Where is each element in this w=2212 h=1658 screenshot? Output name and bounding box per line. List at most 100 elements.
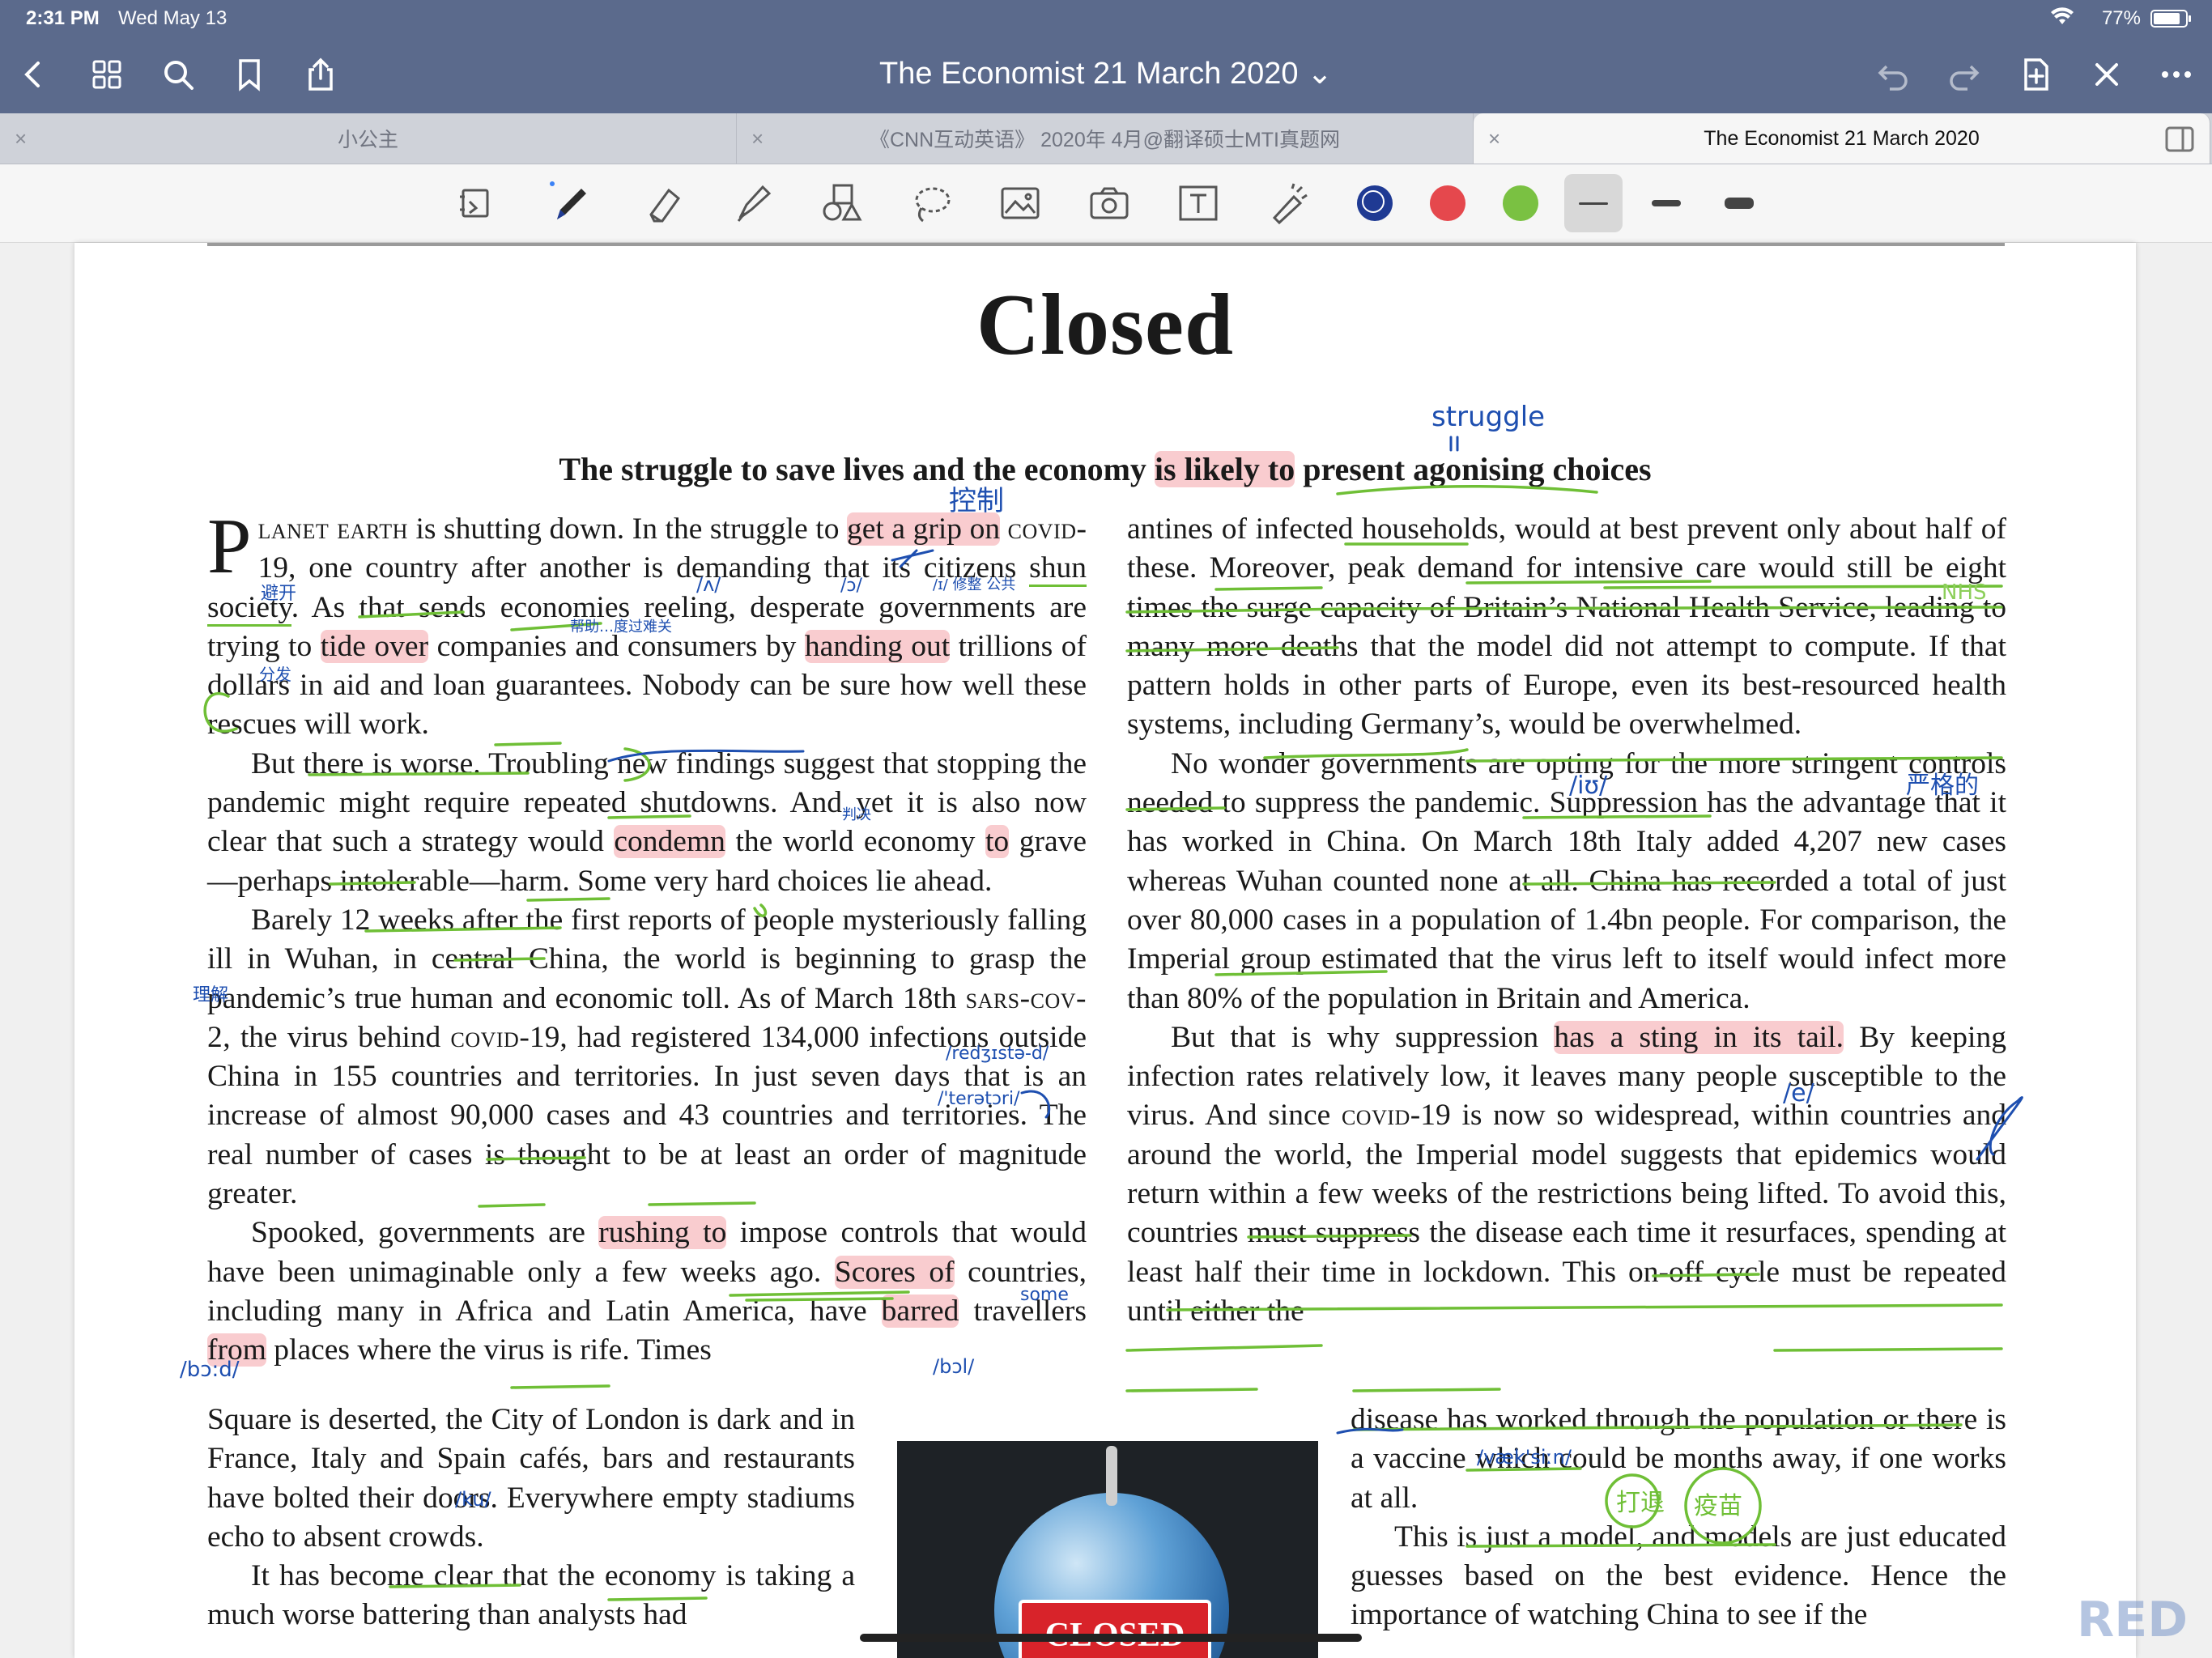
chevron-down-icon: ⌄ (1307, 57, 1333, 91)
tab-close-icon[interactable]: × (1488, 126, 1500, 151)
article-headline: Closed (976, 277, 1235, 373)
back-icon[interactable] (11, 52, 57, 97)
tab-close-icon[interactable]: × (751, 126, 764, 151)
annotation-struggle: struggle (1431, 401, 1545, 433)
close-icon[interactable] (2084, 52, 2129, 97)
right-column-continued: disease has worked through the populatio… (1351, 1401, 2006, 1635)
redo-icon[interactable] (1942, 52, 1987, 97)
paragraph: No wonder governments are opting for the… (1127, 746, 2006, 1015)
top-rule (207, 243, 2005, 246)
highlighter-icon[interactable] (727, 177, 779, 229)
highlight: get a grip on (847, 512, 1001, 546)
stroke-thin-button[interactable] (1564, 174, 1623, 232)
document-title-button[interactable]: The Economist 21 March 2020 ⌄ (879, 57, 1333, 91)
grid-icon[interactable] (84, 52, 130, 97)
highlight: to (985, 825, 1010, 859)
text: lanet earth (257, 512, 408, 546)
tab-label: 《CNN互动英语》 2020年 4月@翻译硕士MTI真题网 (870, 129, 1340, 151)
highlight: barred (881, 1294, 959, 1328)
paragraph: Square is deserted, the City of London i… (207, 1403, 855, 1554)
eraser-icon[interactable] (636, 177, 688, 229)
color-green-swatch[interactable] (1503, 185, 1538, 221)
left-column-continued: Square is deserted, the City of London i… (207, 1401, 855, 1635)
search-icon[interactable] (155, 52, 201, 97)
text: is shutting down. In the struggle to (407, 512, 848, 546)
left-column: Planet earth is shutting down. In the st… (207, 503, 1087, 1371)
top-bar: 2:31 PM Wed May 13 77% The Economist 21 … (0, 0, 2212, 113)
text: covid (1341, 1099, 1410, 1133)
status-bar: 2:31 PM Wed May 13 77% (0, 0, 2212, 37)
text: Barely 12 weeks after the first reports … (207, 903, 1087, 1015)
split-view-icon[interactable] (2162, 121, 2197, 157)
highlight: handing out (804, 629, 951, 663)
paragraph: But there is worse. Troubling new findin… (207, 745, 1087, 901)
highlight: is likely to (1154, 451, 1295, 487)
right-column: antines of infected households, would at… (1127, 510, 2006, 1331)
document-canvas[interactable]: Closed The struggle to save lives and th… (0, 243, 2212, 1658)
tab-cnn[interactable]: × 《CNN互动英语》 2020年 4月@翻译硕士MTI真题网 (737, 113, 1474, 164)
text: Spooked, governments are (251, 1216, 599, 1250)
text: But that is why suppression (1171, 1020, 1555, 1054)
pen-icon[interactable] (546, 177, 598, 229)
stroke-thick-button[interactable] (1710, 174, 1768, 232)
article-subhead: The struggle to save lives and the econo… (74, 450, 2136, 488)
color-blue-swatch[interactable] (1357, 185, 1393, 221)
highlight: has a sting in its tail. (1554, 1020, 1844, 1054)
status-time: 2:31 PM (26, 7, 100, 29)
text: companies and consumers by (428, 629, 805, 663)
text: travellers (959, 1294, 1087, 1328)
shapes-icon[interactable] (816, 177, 868, 229)
article-photo: CLOSED (897, 1441, 1318, 1658)
lasso-icon[interactable] (905, 177, 957, 229)
sign-hook (1106, 1446, 1117, 1506)
text: , the virus behind (223, 1020, 451, 1054)
tab-economist[interactable]: × The Economist 21 March 2020 (1474, 113, 2210, 164)
tab-label: 小公主 (337, 129, 398, 151)
stroke-medium-button[interactable] (1637, 174, 1695, 232)
text (1000, 512, 1008, 546)
page-scroll-indicator[interactable] (860, 1634, 1362, 1642)
text: places where the virus is rife. Times (266, 1333, 712, 1367)
drop-cap: P (207, 503, 252, 590)
paragraph: But that is why suppression has a sting … (1127, 1018, 2006, 1331)
text: the world economy (725, 825, 985, 859)
more-icon[interactable] (2154, 52, 2199, 97)
wifi-icon (2050, 7, 2074, 32)
subhead-part: present agonising choices (1295, 451, 1652, 487)
paragraph: disease has worked through the populatio… (1351, 1403, 2006, 1515)
subhead-part: The struggle to save lives and the econo… (559, 451, 1155, 487)
laser-pointer-icon[interactable] (1261, 177, 1313, 229)
text: covid (1007, 512, 1077, 546)
closed-sign: CLOSED (1019, 1600, 1211, 1658)
highlight: condemn (614, 825, 725, 859)
paragraph: It has become clear that the economy is … (207, 1559, 855, 1632)
image-icon[interactable] (994, 177, 1046, 229)
highlight: Scores of (834, 1255, 955, 1289)
color-red-swatch[interactable] (1430, 185, 1465, 221)
paragraph: Spooked, governments are rushing to impo… (207, 1214, 1087, 1370)
camera-icon[interactable] (1083, 177, 1135, 229)
tab-label: The Economist 21 March 2020 (1704, 126, 1980, 150)
highlight: from (207, 1333, 266, 1367)
paragraph: Planet earth is shutting down. In the st… (207, 503, 1087, 745)
navigation-bar: The Economist 21 March 2020 ⌄ (0, 37, 2212, 113)
status-date: Wed May 13 (118, 7, 228, 29)
highlight: rushing to (598, 1216, 727, 1250)
highlight: tide over (320, 629, 429, 663)
read-mode-icon[interactable] (450, 177, 502, 229)
paragraph: This is just a model, and models are jus… (1351, 1520, 2006, 1632)
share-icon[interactable] (298, 52, 343, 97)
tab-xiaogongzhu[interactable]: × 小公主 (0, 113, 737, 164)
tab-bar: × 小公主 × 《CNN互动英语》 2020年 4月@翻译硕士MTI真题网 × … (0, 113, 2212, 164)
watermark: RED (2077, 1592, 2188, 1648)
add-page-icon[interactable] (2013, 52, 2058, 97)
paragraph: antines of infected households, would at… (1127, 512, 2006, 742)
battery-icon (2150, 10, 2191, 28)
document-page[interactable]: Closed The struggle to save lives and th… (74, 243, 2136, 1658)
textbox-icon[interactable] (1172, 177, 1224, 229)
text: -19 is now so widespread, within countri… (1127, 1099, 2006, 1328)
bookmark-icon[interactable] (227, 52, 272, 97)
tab-close-icon[interactable]: × (15, 126, 27, 151)
undo-icon[interactable] (1870, 52, 1916, 97)
document-title-text: The Economist 21 March 2020 (879, 57, 1299, 91)
